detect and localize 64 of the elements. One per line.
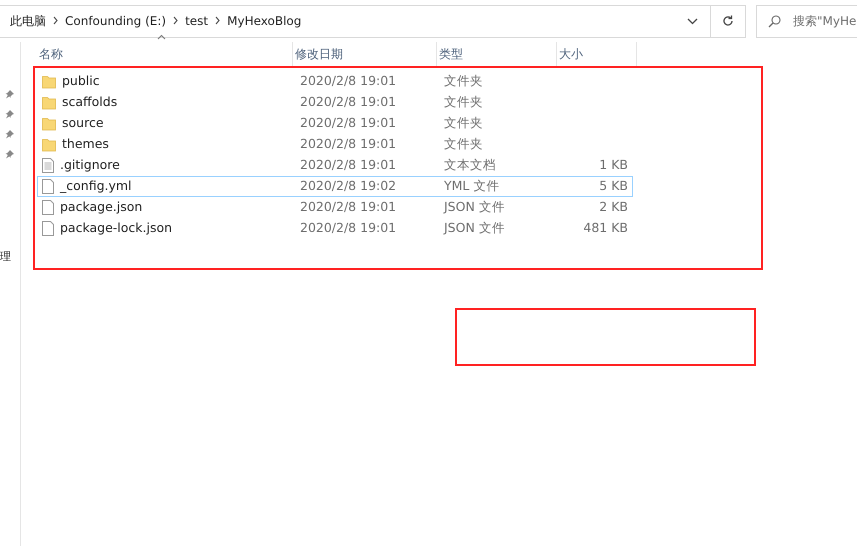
type-cell-text: YML 文件 [443,177,500,196]
file-row[interactable]: public 2020/2/8 19:01 文件夹 [37,71,633,92]
chevron-icon [686,18,698,24]
date-cell-text: 2020/2/8 19:01 [299,156,398,174]
chevron-right-icon [53,16,58,26]
file-row[interactable]: scaffolds 2020/2/8 19:01 文件夹 [37,92,633,113]
column-header[interactable]: 类型 [437,42,557,66]
column-header[interactable]: 大小 [557,42,637,66]
file-name: package.json [60,198,142,216]
type-cell-text: 文本文档 [443,156,497,174]
address-bar[interactable]: 此电脑 Confounding (E:) test MyHexoBlog [0,4,746,38]
date-cell-text: 2020/2/8 19:01 [299,72,398,90]
file-name: _config.yml [60,177,132,196]
folder-icon [42,138,56,152]
date-cell-text: 2020/2/8 19:01 [299,114,398,132]
file-row[interactable]: source 2020/2/8 19:01 文件夹 [37,113,633,134]
size-cell-text: 5 KB [598,177,628,196]
file-icon [42,179,54,194]
file-row[interactable]: .gitignore 2020/2/8 19:01 文本文档 1 KB [37,155,633,176]
type-cell-text: JSON 文件 [442,219,506,238]
date-cell-text: 2020/2/8 19:01 [299,135,398,154]
type-cell-text: 文件夹 [443,72,484,90]
chevron-right-icon [215,16,220,26]
file-row[interactable]: package.json 2020/2/8 19:01 JSON 文件 2 KB [37,197,633,218]
file-icon [42,200,54,215]
type-cell-text: 文件夹 [443,114,484,132]
file-name: scaffolds [62,93,118,112]
file-name: public [62,72,100,90]
breadcrumb-item[interactable]: MyHexoBlog [227,12,302,30]
pin-icon[interactable] [5,109,15,119]
breadcrumb-item[interactable]: Confounding (E:) [65,12,166,30]
file-name: source [62,114,104,132]
breadcrumb-item[interactable]: 此电脑 [10,12,46,30]
file-row[interactable]: _config.yml 2020/2/8 19:02 YML 文件 5 KB [37,176,633,197]
pin-icon[interactable] [5,149,15,159]
date-cell-text: 2020/2/8 19:01 [299,93,398,112]
file-name: .gitignore [60,156,120,174]
column-header[interactable]: 修改日期 [293,42,437,66]
file-row[interactable]: package-lock.json 2020/2/8 19:01 JSON 文件 481 KB [37,218,633,239]
type-cell-text: 文件夹 [443,93,484,112]
text-file-icon [42,158,54,173]
chevron-right-icon [173,16,178,26]
type-cell-text: 文件夹 [443,135,484,154]
date-cell-text: 2020/2/8 19:01 [299,219,398,238]
date-cell-text: 2020/2/8 19:02 [299,177,398,196]
file-row[interactable]: themes 2020/2/8 19:01 文件夹 [37,134,633,155]
search-field[interactable]: 搜索"MyHe [756,4,857,38]
size-cell-text: 481 KB [582,219,628,238]
file-name: package-lock.json [60,219,172,238]
column-header[interactable]: 名称 [37,42,293,66]
size-cell-text: 2 KB [598,198,628,216]
pin-icon[interactable] [5,129,15,139]
type-cell-text: JSON 文件 [442,198,506,216]
file-name: themes [62,135,109,154]
refresh-icon [722,15,734,27]
file-icon [42,221,54,236]
folder-icon [42,116,56,130]
folder-icon [42,74,56,88]
pin-icon[interactable] [5,89,15,99]
date-cell-text: 2020/2/8 19:01 [299,198,398,216]
breadcrumb-item[interactable]: test [185,12,208,30]
size-cell-text: 1 KB [598,156,628,174]
folder-icon [42,96,56,110]
nav-item-label: 理 [0,249,11,265]
